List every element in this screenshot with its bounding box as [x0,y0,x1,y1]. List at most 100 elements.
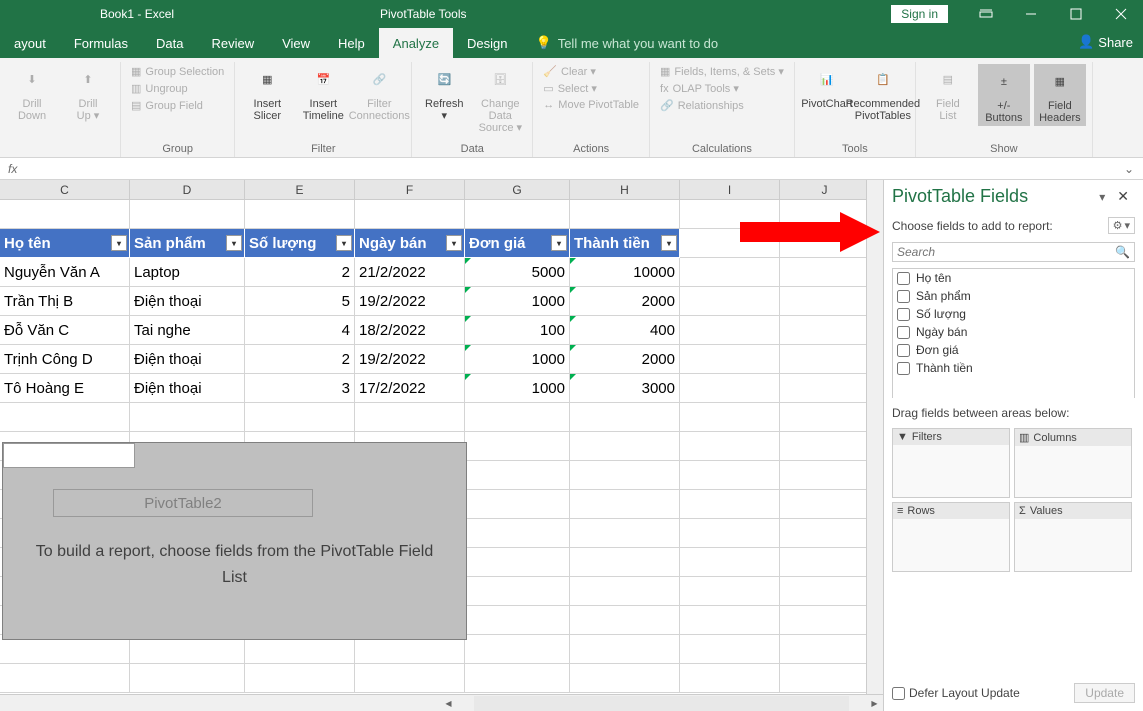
cell[interactable] [245,403,355,432]
cell[interactable]: Trần Thị B [0,287,130,316]
scroll-left-icon[interactable]: ◀ [440,696,457,711]
cell[interactable]: 2 [245,258,355,287]
cell[interactable] [780,606,870,635]
cell[interactable] [355,664,465,693]
cell[interactable] [780,258,870,287]
cell[interactable]: 3000 [570,374,680,403]
cell[interactable] [780,374,870,403]
olap-tools-button[interactable]: fxOLAP Tools ▾ [656,81,788,96]
field-checkbox[interactable] [897,308,910,321]
filter-connections-button[interactable]: 🔗 Filter Connections [353,64,405,122]
pane-options-icon[interactable]: ▾ [1093,190,1111,204]
insert-slicer-button[interactable]: ▦ Insert Slicer [241,64,293,122]
cell[interactable] [465,403,570,432]
cell[interactable]: 5000 [465,258,570,287]
filter-dropdown-icon[interactable]: ▾ [111,235,127,251]
cell[interactable]: Điện thoại [130,287,245,316]
pane-close-icon[interactable]: ✕ [1111,188,1135,205]
tab-data[interactable]: Data [142,28,197,58]
cell[interactable] [780,490,870,519]
cell[interactable]: Tô Hoàng E [0,374,130,403]
field-item[interactable]: Số lượng [893,305,1134,323]
refresh-button[interactable]: 🔄 Refresh ▾ [418,64,470,134]
cell[interactable] [570,200,680,229]
horizontal-scrollbar[interactable]: ◀ ▶ [0,694,883,711]
field-item[interactable]: Sản phẩm [893,287,1134,305]
cell[interactable] [0,200,130,229]
cell[interactable] [680,374,780,403]
cell[interactable] [680,258,780,287]
ungroup-button[interactable]: ▥Ungroup [127,81,228,96]
field-item[interactable]: Ngày bán [893,323,1134,341]
cell[interactable] [680,606,780,635]
sheet-area[interactable]: CDEFGHIJ Họ tên▾Sản phẩm▾Số lượng▾Ngày b… [0,180,883,711]
maximize-icon[interactable] [1053,0,1098,28]
update-button[interactable]: Update [1074,683,1135,703]
cell[interactable]: Tai nghe [130,316,245,345]
cell[interactable] [780,432,870,461]
cell[interactable] [680,403,780,432]
cell[interactable] [680,548,780,577]
scroll-right-icon[interactable]: ▶ [866,696,883,711]
pane-layout-button[interactable]: ⚙▾ [1108,217,1135,234]
table-header[interactable]: Thành tiền▾ [570,229,680,258]
cell[interactable]: 2000 [570,345,680,374]
field-list[interactable]: Họ tênSản phẩmSố lượngNgày bánĐơn giáThà… [892,268,1135,398]
cell[interactable] [570,403,680,432]
cell[interactable] [570,432,680,461]
column-header-G[interactable]: G [465,180,570,199]
cell[interactable] [780,345,870,374]
field-item[interactable]: Thành tiền [893,359,1134,377]
table-header[interactable]: Số lượng▾ [245,229,355,258]
cell[interactable] [465,519,570,548]
cell[interactable] [780,287,870,316]
pivot-placeholder[interactable]: PivotTable2 To build a report, choose fi… [2,442,467,640]
move-pivot-button[interactable]: ↔Move PivotTable [539,98,643,112]
field-search[interactable]: 🔍 [892,242,1135,262]
cell[interactable] [465,664,570,693]
tab-review[interactable]: Review [197,28,268,58]
cell[interactable]: 19/2/2022 [355,345,465,374]
filter-dropdown-icon[interactable]: ▾ [336,235,352,251]
column-header-C[interactable]: C [0,180,130,199]
cell[interactable] [570,635,680,664]
defer-update-checkbox[interactable]: Defer Layout Update [892,686,1020,700]
tab-help[interactable]: Help [324,28,379,58]
insert-timeline-button[interactable]: 📅 Insert Timeline [297,64,349,122]
cell[interactable] [780,316,870,345]
cell[interactable]: 100 [465,316,570,345]
cell[interactable] [570,490,680,519]
close-icon[interactable] [1098,0,1143,28]
cell[interactable] [680,664,780,693]
tab-layout[interactable]: ayout [0,28,60,58]
share-button[interactable]: 👤 Share [1078,34,1133,50]
cell[interactable]: Nguyễn Văn A [0,258,130,287]
column-header-I[interactable]: I [680,180,780,199]
cell[interactable]: 1000 [465,287,570,316]
recommended-pivot-button[interactable]: 📋 Recommended PivotTables [857,64,909,122]
cell[interactable] [465,635,570,664]
field-checkbox[interactable] [897,344,910,357]
cell[interactable] [570,664,680,693]
cell[interactable]: 2 [245,345,355,374]
cell[interactable]: 19/2/2022 [355,287,465,316]
clear-button[interactable]: 🧹Clear ▾ [539,64,643,79]
vertical-scrollbar[interactable] [866,180,883,694]
table-header[interactable]: Đơn giá▾ [465,229,570,258]
pm-buttons-button[interactable]: ± +/- Buttons [978,64,1030,126]
cell[interactable] [780,635,870,664]
cell[interactable] [465,490,570,519]
cell[interactable] [465,461,570,490]
field-checkbox[interactable] [897,362,910,375]
cell[interactable] [570,548,680,577]
values-drop[interactable]: ΣValues [1014,502,1132,572]
rows-drop[interactable]: ≡Rows [892,502,1010,572]
cell[interactable]: 4 [245,316,355,345]
cell[interactable] [680,461,780,490]
fx-label[interactable]: fx [4,162,21,176]
change-data-source-button[interactable]: 🗄 Change Data Source ▾ [474,64,526,134]
filter-dropdown-icon[interactable]: ▾ [661,235,677,251]
cell[interactable] [570,577,680,606]
fields-items-sets-button[interactable]: ▦Fields, Items, & Sets ▾ [656,64,788,79]
tab-view[interactable]: View [268,28,324,58]
